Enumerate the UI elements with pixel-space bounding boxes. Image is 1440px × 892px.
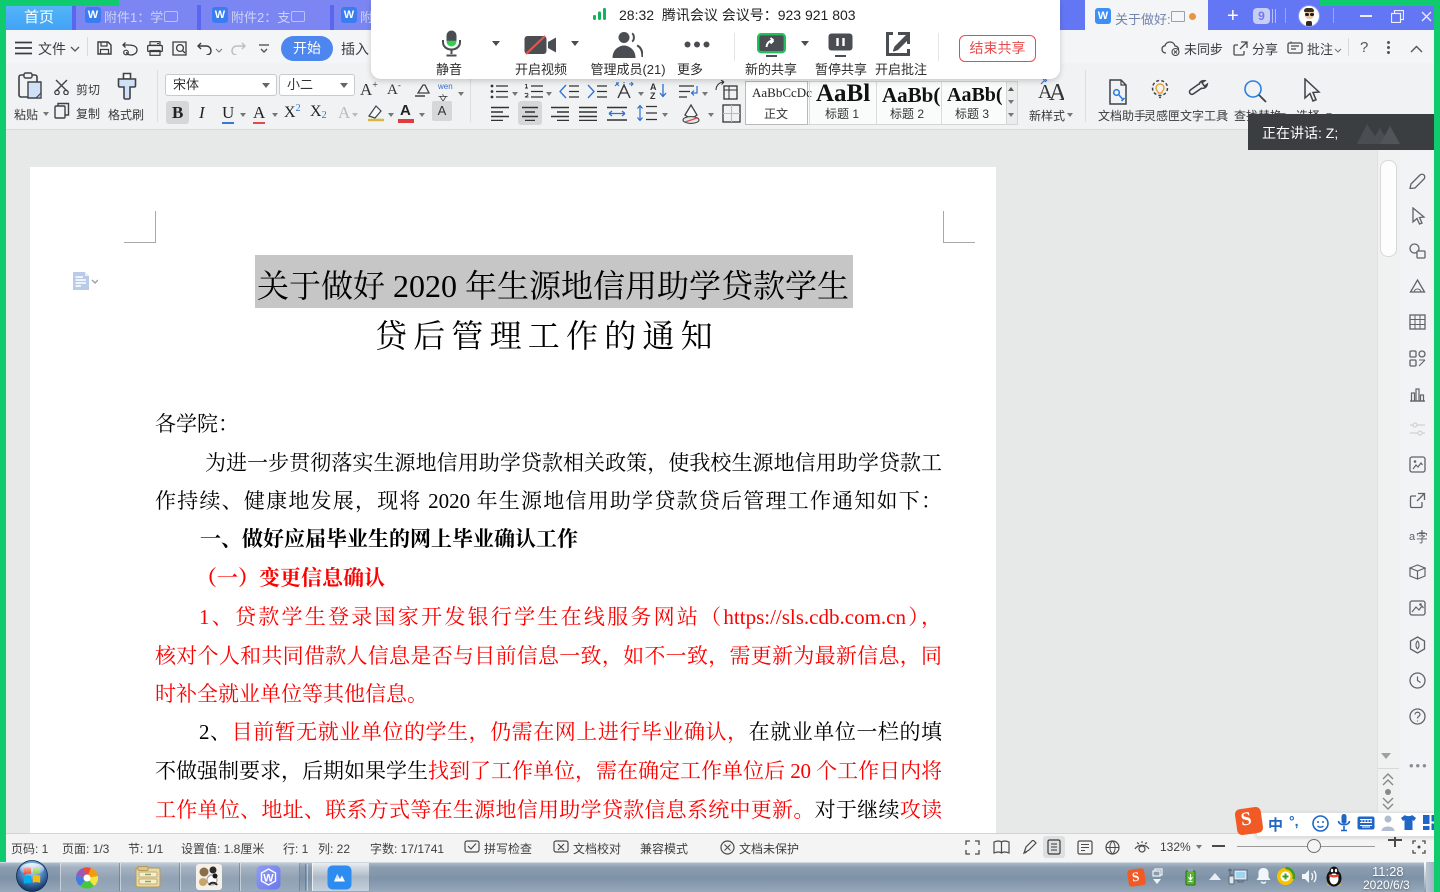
svg-text:W: W bbox=[263, 873, 274, 885]
svg-text:A: A bbox=[1049, 80, 1064, 102]
svg-text:a: a bbox=[1409, 531, 1416, 543]
svg-text:Z: Z bbox=[650, 91, 656, 100]
